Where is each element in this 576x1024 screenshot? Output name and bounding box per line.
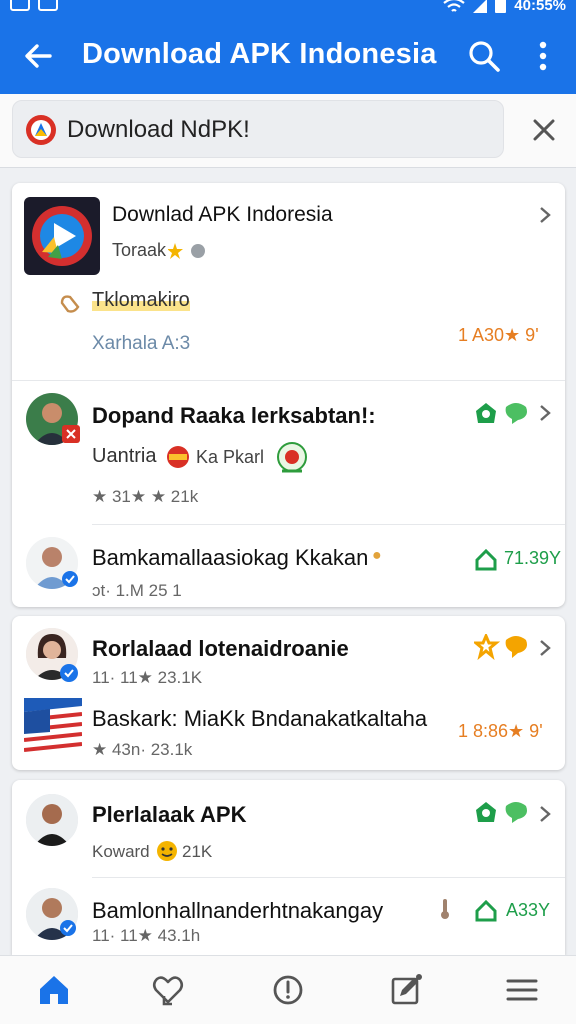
item-meta: ★ 43n· 23.1k <box>92 740 193 759</box>
more-options-icon[interactable] <box>528 38 558 74</box>
item-title-text: Rorlalaad lotenaidroanie <box>92 636 349 661</box>
app-meta: Xarhala A:3 <box>92 333 191 354</box>
search-query: Download NdPK! <box>67 116 250 143</box>
search-icon[interactable] <box>466 38 502 74</box>
menu-icon[interactable] <box>504 972 540 1008</box>
chevron-right-icon[interactable] <box>538 638 552 658</box>
app-card: Plerlalaak APK Koward 21K Bamlonhallnand… <box>12 780 565 955</box>
home-status-icon <box>475 900 497 922</box>
app-card: Downlad APK Indoresia Toraak Tklomakiro … <box>12 183 565 607</box>
item-count: A33Y <box>506 900 551 920</box>
status-icons <box>474 634 527 660</box>
chevron-right-icon[interactable] <box>538 804 552 824</box>
list-item[interactable]: Downlad APK Indoresia Toraak Tklomakiro … <box>12 183 565 380</box>
item-title: Dopand Raaka lerksabtan!: <box>92 403 376 428</box>
message-icon <box>38 0 58 11</box>
status-icons <box>476 403 527 424</box>
battery-icon <box>495 0 507 13</box>
thermometer-icon <box>441 899 449 919</box>
list-item[interactable]: Plerlalaak APK Koward 21K <box>12 780 565 876</box>
chevron-right-icon[interactable] <box>538 403 552 423</box>
list-item[interactable]: Baskark: MiaKk Bndanakatkaltaha 1 8:86★ … <box>12 690 565 770</box>
rating-badge: 1 8:86★ 9' <box>458 721 543 741</box>
status-icons <box>476 802 527 823</box>
item-meta-2: 21K <box>182 842 213 861</box>
item-count: 71.39Y <box>504 548 562 568</box>
verified-badge-icon <box>62 571 78 587</box>
app-icon <box>24 197 100 275</box>
avatar <box>26 794 78 846</box>
favorites-icon[interactable] <box>150 972 186 1008</box>
app-name: Downlad APK Indoresia <box>112 203 333 226</box>
category-text: Tklomakiro <box>92 289 190 311</box>
item-title: Bamlonhallnanderhtnakangay <box>92 898 384 923</box>
status-bar: 40:55% <box>0 0 576 18</box>
search-row: Download NdPK! <box>0 94 576 168</box>
app-card: Rorlalaad lotenaidroanie 11· 11★ 23.1K B… <box>12 616 565 770</box>
app-bar: Download APK Indonesia <box>0 18 576 94</box>
item-title: Baskark: MiaKk Bndanakatkaltaha <box>92 706 428 731</box>
item-meta: ɔt· 1.M 25 1 <box>92 581 182 600</box>
flag-icon <box>167 446 189 468</box>
chevron-right-icon[interactable] <box>538 205 552 225</box>
badge-icon <box>277 442 307 473</box>
item-subtitle: Uantria <box>92 445 157 467</box>
item-title: Rorlalaad lotenaidroanie <box>92 636 349 662</box>
verified-badge-icon <box>60 664 78 682</box>
search-input[interactable]: Download NdPK! <box>12 100 504 158</box>
wifi-icon <box>443 0 465 12</box>
tag-icon <box>60 295 80 313</box>
developer-name: Toraak <box>112 240 167 260</box>
home-icon[interactable] <box>36 972 72 1008</box>
list-item[interactable]: Dopand Raaka lerksabtan!: Uantria Ka Pka… <box>12 381 565 524</box>
verified-badge-icon <box>60 920 76 936</box>
bottom-navigation <box>0 955 576 1024</box>
signal-icon <box>473 0 488 13</box>
home-status-icon <box>475 549 497 571</box>
list-item[interactable]: Rorlalaad lotenaidroanie 11· 11★ 23.1K <box>12 616 565 690</box>
item-stats: ★ 31★ ★ 21k <box>92 487 199 506</box>
emoji-icon: ● <box>372 547 382 564</box>
emoji-icon <box>157 841 177 861</box>
item-meta: 11· 11★ 23.1K <box>92 668 203 687</box>
item-title: Plerlalaak APK <box>92 802 247 827</box>
rating-badge: 1 A30★ 9' <box>458 325 539 345</box>
close-icon[interactable] <box>530 116 558 144</box>
item-subtitle-2: Ka Pkarl <box>196 447 265 467</box>
verified-icon <box>168 243 205 259</box>
notification-icon <box>10 0 30 11</box>
item-title: Bamkamallaasiokag Kkakan <box>92 545 369 570</box>
status-time: 40:55% <box>514 0 566 14</box>
app-logo-icon <box>26 115 56 145</box>
item-meta: 11· 11★ 43.1h <box>92 926 201 945</box>
list-item[interactable]: Bamlonhallnanderhtnakangay A33Y 11· 11★ … <box>12 878 565 955</box>
list-item[interactable]: Bamkamallaasiokag Kkakan ● 71.39Y ɔt· 1.… <box>12 525 565 607</box>
info-icon[interactable] <box>270 972 306 1008</box>
edit-icon[interactable] <box>388 972 424 1008</box>
back-arrow-icon[interactable] <box>20 38 56 74</box>
flag-thumbnail-icon <box>24 698 82 758</box>
page-title: Download APK Indonesia <box>82 38 437 70</box>
category-label: Tklomakiro <box>92 289 190 312</box>
item-meta: Koward <box>92 842 150 861</box>
close-badge-icon <box>62 425 80 443</box>
